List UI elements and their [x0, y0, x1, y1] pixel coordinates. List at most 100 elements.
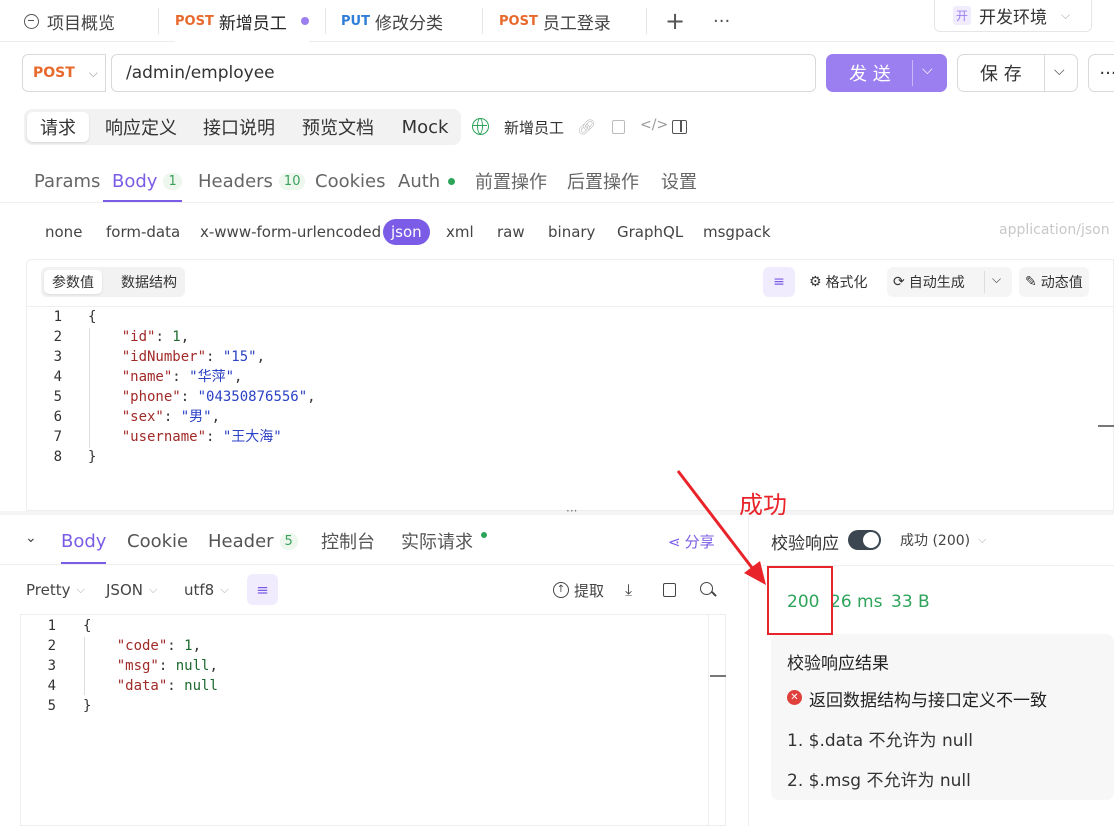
encoding-select[interactable]: utf8 ⌵	[184, 580, 229, 600]
body-type-graphql[interactable]: GraphQL	[609, 219, 691, 245]
scrollbar-track[interactable]	[708, 614, 726, 826]
format-label: JSON	[106, 581, 143, 599]
response-tab-cookie[interactable]: Cookie	[127, 528, 188, 554]
status-select-label: 成功 (200)	[900, 533, 971, 549]
response-tab-actual-request[interactable]: 实际请求	[401, 528, 487, 554]
env-badge: 开	[953, 6, 972, 25]
encoding-label: utf8	[184, 581, 215, 599]
pretty-select[interactable]: Pretty ⌵	[26, 580, 85, 600]
tab-auth[interactable]: Auth	[398, 166, 456, 196]
tab-project-overview[interactable]: 项目概览	[24, 0, 115, 42]
format-icon: ⚙	[809, 274, 822, 290]
tab-add-employee[interactable]: POST 新增员工	[175, 0, 309, 42]
tab-label: Body	[112, 170, 158, 192]
method-label: PUT	[341, 13, 370, 29]
copy-icon[interactable]	[612, 120, 625, 134]
more-tabs-button[interactable]: ···	[713, 0, 730, 42]
tab-preview-doc[interactable]: 预览文档	[294, 112, 382, 142]
tab-label: 实际请求	[401, 532, 473, 553]
format-select[interactable]: JSON ⌵	[106, 580, 157, 600]
validate-toggle[interactable]	[848, 530, 881, 550]
count-badge: 5	[279, 532, 298, 550]
count-badge: 1	[163, 172, 182, 190]
tab-cookies[interactable]: Cookies	[315, 166, 385, 196]
response-status-select[interactable]: 成功 (200) ⌵	[900, 530, 986, 550]
link-icon[interactable]: 🔗︎	[577, 118, 596, 136]
tab-label: Auth	[398, 170, 441, 192]
chip-data-schema[interactable]: 数据结构	[113, 270, 185, 294]
dynamic-value-button[interactable]: ✎ 动态值	[1019, 267, 1089, 297]
tab-mock[interactable]: Mock	[392, 112, 458, 142]
scrollbar-thumb[interactable]	[1098, 425, 1114, 427]
chevron-down-icon: ⌵	[76, 583, 85, 596]
body-type-none[interactable]: none	[37, 219, 90, 245]
method-value: POST	[33, 65, 75, 81]
wrap-icon[interactable]: ≡	[247, 574, 278, 605]
send-button[interactable]: 发 送 ⌵	[826, 54, 947, 92]
response-time: 26 ms	[830, 592, 883, 612]
tab-label: Headers	[198, 170, 273, 192]
download-icon[interactable]: ⤓	[625, 580, 632, 600]
chip-param-value[interactable]: 参数值	[44, 270, 102, 294]
chevron-down-icon[interactable]: ⌵	[922, 62, 933, 78]
body-type-binary[interactable]: binary	[540, 219, 603, 245]
response-tab-header[interactable]: Header 5	[208, 528, 298, 554]
auto-generate-button[interactable]: ⟳ 自动生成 ⌵	[887, 267, 1012, 297]
url-value: /admin/employee	[126, 63, 275, 83]
dynamic-value-label: 动态值	[1040, 275, 1083, 291]
tab-response-definition[interactable]: 响应定义	[97, 112, 185, 142]
tab-headers[interactable]: Headers 10	[198, 166, 306, 196]
tab-body[interactable]: Body 1	[112, 166, 182, 196]
url-input[interactable]: /admin/employee	[111, 54, 816, 92]
response-body-code[interactable]: { "code": 1, "msg": null, "data": null }	[83, 616, 218, 716]
body-type-raw[interactable]: raw	[489, 219, 533, 245]
request-body-code[interactable]: { "id": 1, "idNumber": "15", "name": "华萍…	[88, 307, 316, 467]
validation-result-title: 校验响应结果	[787, 654, 889, 674]
panel-toggle-icon[interactable]	[672, 120, 687, 134]
chevron-down-icon[interactable]: ⌵	[1054, 63, 1065, 79]
extract-button[interactable]: ↑ 提取	[553, 580, 604, 600]
pretty-label: Pretty	[26, 581, 71, 599]
wrap-icon[interactable]: ≡	[763, 267, 795, 297]
chevron-down-icon: ⌵	[1061, 8, 1071, 22]
tab-edit-category[interactable]: PUT 修改分类	[341, 0, 443, 42]
more-actions-button[interactable]: ···	[1088, 54, 1114, 92]
tab-label: Header	[208, 530, 274, 552]
response-tab-body[interactable]: Body	[61, 528, 107, 564]
format-button[interactable]: ⚙ 格式化	[803, 267, 874, 297]
environment-select[interactable]: 开 开发环境 ⌵	[934, 0, 1092, 32]
request-line-numbers: 1 2 3 4 5 6 7 8	[53, 309, 62, 465]
env-label: 开发环境	[979, 8, 1048, 28]
tab-api-description[interactable]: 接口说明	[195, 112, 283, 142]
body-type-xml[interactable]: xml	[438, 219, 482, 245]
body-type-json[interactable]: json	[383, 219, 430, 245]
method-select[interactable]: POST ⌵	[22, 54, 106, 92]
response-tab-console[interactable]: 控制台	[321, 528, 375, 554]
tab-pre-operations[interactable]: 前置操作	[475, 166, 547, 196]
add-tab-button[interactable]: +	[665, 0, 685, 42]
chevron-down-icon[interactable]: ⌵	[992, 272, 1001, 287]
auto-generate-label: 自动生成	[908, 275, 965, 291]
collapse-chevron-icon[interactable]: ⌄	[25, 530, 37, 546]
code-icon[interactable]: </>	[640, 117, 668, 133]
body-type-urlencoded[interactable]: x-www-form-urlencoded	[192, 219, 389, 245]
tab-params[interactable]: Params	[34, 166, 100, 196]
error-icon: ✕	[787, 690, 802, 705]
response-line-numbers: 1 2 3 4 5	[47, 618, 56, 714]
save-button[interactable]: 保 存 ⌵	[957, 54, 1078, 92]
tab-post-operations[interactable]: 后置操作	[567, 166, 639, 196]
chevron-down-icon: ⌵	[978, 533, 987, 546]
tab-settings[interactable]: 设置	[661, 166, 697, 196]
chevron-down-icon: ⌵	[148, 583, 158, 596]
send-label: 发 送	[849, 64, 891, 85]
drag-handle-icon[interactable]: ···	[566, 504, 577, 518]
body-type-form-data[interactable]: form-data	[98, 219, 188, 245]
request-section-tabs: 请求 响应定义 接口说明 预览文档 Mock	[24, 109, 461, 145]
chevron-down-icon: ⌵	[88, 65, 98, 80]
tab-label: 修改分类	[374, 13, 443, 34]
annotation-highlight-box	[767, 566, 833, 635]
body-type-msgpack[interactable]: msgpack	[695, 219, 779, 245]
tab-employee-login[interactable]: POST 员工登录	[499, 0, 611, 42]
tab-request[interactable]: 请求	[27, 112, 89, 142]
tab-label: 项目概览	[47, 13, 115, 34]
